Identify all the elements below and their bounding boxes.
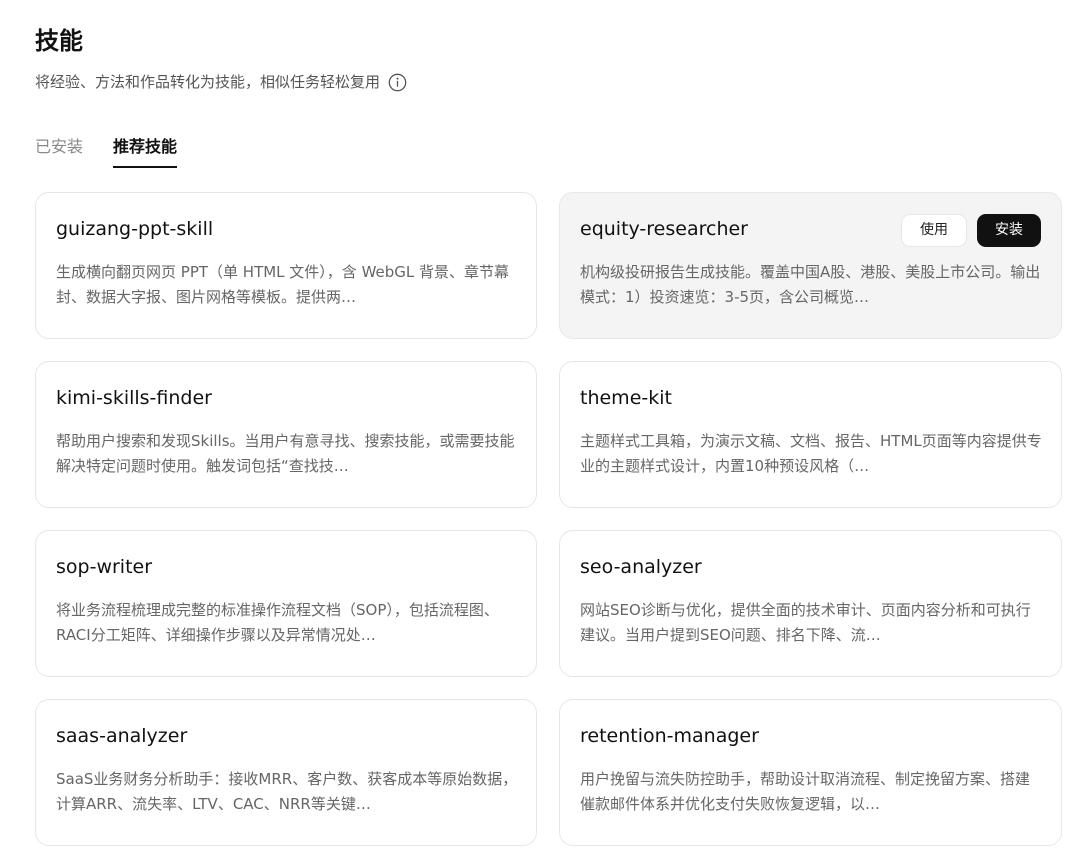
skills-tabs: 已安装 推荐技能 — [35, 134, 178, 168]
skill-card[interactable]: theme-kit 主题样式工具箱，为演示文稿、文档、报告、HTML页面等内容提… — [559, 361, 1062, 508]
skill-name: saas-analyzer — [56, 725, 188, 747]
skill-description: 网站SEO诊断与优化，提供全面的技术审计、页面内容分析和可执行建议。当用户提到S… — [580, 601, 1031, 644]
skills-page: 技能 将经验、方法和作品转化为技能，相似任务轻松复用 已安装 推荐技能 guiz… — [0, 0, 1080, 850]
skill-card[interactable]: sop-writer 将业务流程梳理成完整的标准操作流程文档（SOP），包括流程… — [35, 530, 537, 677]
skill-description: SaaS业务财务分析助手：接收MRR、客户数、获客成本等原始数据，计算ARR、流… — [56, 770, 518, 813]
skill-description: 帮助用户搜索和发现Skills。当用户有意寻找、搜索技能，或需要技能解决特定问题… — [56, 432, 515, 475]
install-button[interactable]: 安装 — [977, 214, 1041, 247]
skill-card[interactable]: saas-analyzer SaaS业务财务分析助手：接收MRR、客户数、获客成… — [35, 699, 537, 846]
skill-name: seo-analyzer — [580, 556, 702, 578]
page-title: 技能 — [35, 27, 83, 55]
skill-name: theme-kit — [580, 387, 672, 409]
skill-card[interactable]: seo-analyzer 网站SEO诊断与优化，提供全面的技术审计、页面内容分析… — [559, 530, 1062, 677]
skill-card-actions: 使用 安装 — [901, 214, 1041, 247]
skill-card[interactable]: retention-manager 用户挽留与流失防控助手，帮助设计取消流程、制… — [559, 699, 1062, 846]
skill-name: guizang-ppt-skill — [56, 218, 214, 240]
skill-card[interactable]: guizang-ppt-skill 生成横向翻页网页 PPT（单 HTML 文件… — [35, 192, 537, 339]
info-circle-icon[interactable] — [388, 73, 407, 92]
skill-description: 生成横向翻页网页 PPT（单 HTML 文件），含 WebGL 背景、章节幕封、… — [56, 263, 510, 306]
skill-name: retention-manager — [580, 725, 759, 747]
skill-card[interactable]: kimi-skills-finder 帮助用户搜索和发现Skills。当用户有意… — [35, 361, 537, 508]
skill-description: 主题样式工具箱，为演示文稿、文档、报告、HTML页面等内容提供专业的主题样式设计… — [580, 432, 1042, 475]
skill-description: 用户挽留与流失防控助手，帮助设计取消流程、制定挽留方案、搭建催款邮件体系并优化支… — [580, 770, 1031, 813]
skill-description: 机构级投研报告生成技能。覆盖中国A股、港股、美股上市公司。输出模式：1）投资速览… — [580, 263, 1041, 306]
skill-name: kimi-skills-finder — [56, 387, 212, 409]
subtitle-text: 将经验、方法和作品转化为技能，相似任务轻松复用 — [35, 73, 381, 91]
tab-installed[interactable]: 已安装 — [35, 134, 83, 168]
skills-grid: guizang-ppt-skill 生成横向翻页网页 PPT（单 HTML 文件… — [35, 192, 1062, 846]
tab-recommended[interactable]: 推荐技能 — [113, 134, 178, 168]
skill-description: 将业务流程梳理成完整的标准操作流程文档（SOP），包括流程图、RACI分工矩阵、… — [56, 601, 499, 644]
page-subtitle: 将经验、方法和作品转化为技能，相似任务轻松复用 — [35, 70, 407, 94]
use-button[interactable]: 使用 — [901, 214, 967, 247]
skill-card[interactable]: equity-researcher 使用 安装 机构级投研报告生成技能。覆盖中国… — [559, 192, 1062, 339]
skill-name: sop-writer — [56, 556, 153, 578]
